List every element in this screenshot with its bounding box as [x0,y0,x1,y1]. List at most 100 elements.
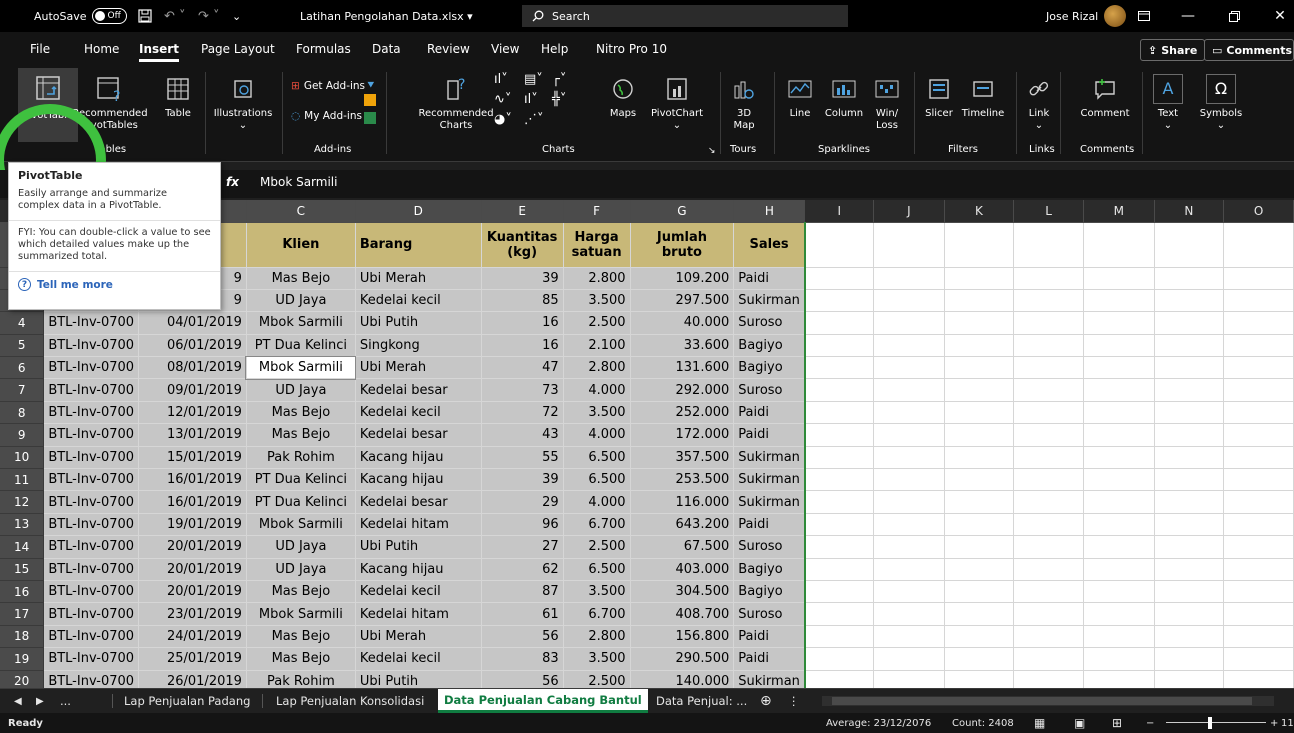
cell-date[interactable]: 16/01/2019 [138,490,247,514]
cell-harga[interactable]: 3.500 [563,289,631,313]
cell[interactable] [1083,401,1155,425]
cell-kuantitas[interactable]: 72 [481,401,564,425]
cell[interactable] [1154,558,1225,581]
cell[interactable] [1083,670,1155,688]
cell-harga[interactable]: 6.500 [563,468,631,492]
cell-jumlah[interactable]: 304.500 [630,580,735,604]
cell[interactable] [1154,378,1225,402]
row-header[interactable]: 8 [0,401,45,425]
cell-invoice[interactable]: BTL-Inv-0700 [43,468,140,492]
cell[interactable] [873,311,945,335]
cell-date[interactable]: 26/01/2019 [138,670,247,688]
cell-date[interactable]: 04/01/2019 [138,311,247,335]
scatter-chart-icon[interactable]: ⋰˅ [524,112,544,127]
cell[interactable] [873,625,945,649]
autosave[interactable]: AutoSave Off [34,0,127,32]
cell-barang[interactable]: Kedelai kecil [355,647,482,671]
cell-klien[interactable]: Mbok Sarmili [245,355,357,380]
search-input[interactable]: Search [522,5,848,27]
cell-sales[interactable]: Paidi [733,423,806,447]
cell[interactable] [944,602,1015,626]
cell-sales[interactable]: Bagiyo [733,580,806,604]
cell[interactable] [873,468,945,492]
cell[interactable] [1154,356,1225,380]
cell-kuantitas[interactable]: 61 [481,602,564,626]
tab-file[interactable]: File [30,32,50,66]
cell[interactable] [1154,670,1225,688]
cell[interactable] [1083,490,1155,514]
cell[interactable] [1223,378,1294,402]
sparkline-winloss-button[interactable]: Win/ Loss [870,74,904,132]
cell[interactable] [1013,267,1084,290]
cell[interactable] [1083,289,1155,313]
cell-harga[interactable]: 4.000 [563,490,631,514]
cell[interactable] [1083,625,1155,649]
cell-date[interactable]: 12/01/2019 [138,401,247,425]
cell[interactable] [944,222,1015,268]
cell[interactable] [1013,311,1084,335]
cell[interactable] [1013,602,1084,626]
cell[interactable] [804,535,875,559]
cell[interactable] [1223,670,1294,688]
cell[interactable] [1013,670,1084,688]
cell-sales[interactable]: Bagiyo [733,356,806,380]
tab-nitro[interactable]: Nitro Pro 10 [596,32,667,66]
ribbon-display-icon[interactable] [1126,0,1162,32]
column-header-e[interactable]: E [481,200,564,223]
cell[interactable] [1223,289,1294,313]
cell-klien[interactable]: Pak Rohim [246,670,356,688]
autosave-toggle[interactable]: Off [91,8,127,24]
table-button[interactable]: Table [161,74,195,120]
cell-date[interactable]: 16/01/2019 [138,468,247,492]
cell-sales[interactable]: Sukirman [733,490,806,514]
cell-kuantitas[interactable]: 43 [481,423,564,447]
combo-chart-icon[interactable]: ╬˅ [552,92,566,107]
cell[interactable] [1223,468,1294,492]
file-name[interactable]: Latihan Pengolahan Data.xlsx ▾ [300,0,473,32]
cell[interactable] [1083,602,1155,626]
column-header-o[interactable]: O [1223,200,1294,223]
link-button[interactable]: Link ⌄ [1026,74,1052,132]
cell[interactable] [944,558,1015,581]
cell-kuantitas[interactable]: 39 [481,468,564,492]
user-account[interactable]: Jose Rizal [1046,0,1127,32]
cell-jumlah[interactable]: 403.000 [630,558,735,581]
zoom-in-icon[interactable]: + [1270,713,1278,733]
cell-date[interactable]: 23/01/2019 [138,602,247,626]
cell[interactable] [944,513,1015,537]
cell-harga[interactable]: 2.500 [563,535,631,559]
cell-barang[interactable]: Kacang hijau [355,558,482,581]
sparkline-column-button[interactable]: Column [820,74,868,120]
customize-toolbar-icon[interactable]: ⌄ [232,0,241,32]
cell-barang[interactable]: Kedelai besar [355,423,482,447]
cell-sales[interactable]: Paidi [733,401,806,425]
cell-barang[interactable]: Kedelai besar [355,490,482,514]
cell-kuantitas[interactable]: 56 [481,625,564,649]
cell[interactable] [1223,625,1294,649]
cell[interactable] [1083,334,1155,358]
cell-jumlah[interactable]: 252.000 [630,401,735,425]
cell[interactable] [944,378,1015,402]
row-header[interactable]: 15 [0,558,45,581]
header-jumlah[interactable]: Jumlah bruto [630,222,735,268]
row-header[interactable]: 4 [0,311,45,335]
cell-klien[interactable]: Mas Bejo [246,580,356,604]
cell[interactable] [944,446,1015,470]
cell[interactable] [944,289,1015,313]
cell[interactable] [1154,625,1225,649]
cell[interactable] [1223,490,1294,514]
cell[interactable] [944,334,1015,358]
cell-sales[interactable]: Sukirman [733,468,806,492]
add-sheet-icon[interactable]: ⊕ [760,689,772,713]
cell-klien[interactable]: Mas Bejo [246,647,356,671]
cell-sales[interactable]: Sukirman [733,446,806,470]
tab-insert[interactable]: Insert [139,32,179,66]
share-button[interactable]: ⇪ Share [1140,39,1206,61]
cell-date[interactable]: 06/01/2019 [138,334,247,358]
cell[interactable] [1223,267,1294,290]
cell-sales[interactable]: Paidi [733,267,806,290]
cell-sales[interactable]: Paidi [733,625,806,649]
row-header[interactable]: 19 [0,647,45,671]
cell-invoice[interactable]: BTL-Inv-0700 [43,356,140,380]
line-chart-icon[interactable]: ∿˅ [494,92,511,107]
